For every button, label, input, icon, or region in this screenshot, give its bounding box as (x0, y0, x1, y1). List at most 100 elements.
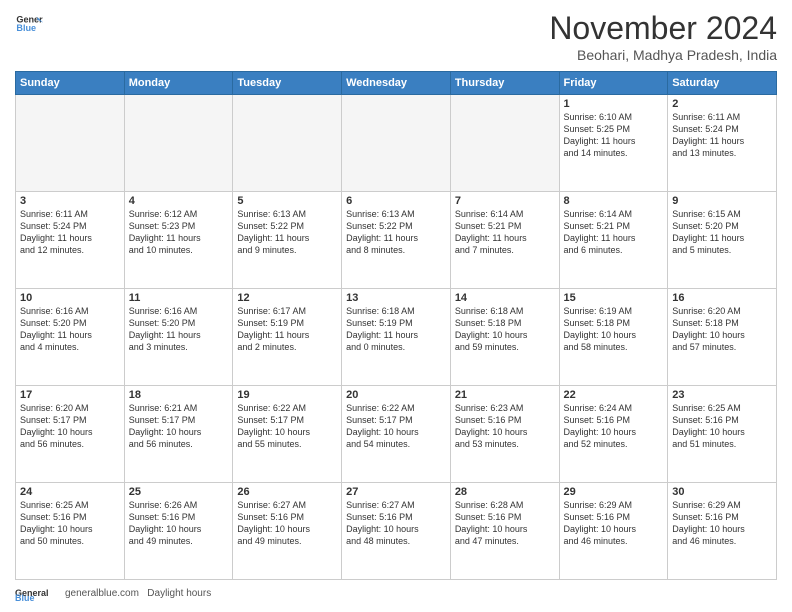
day-number: 29 (564, 486, 664, 498)
day-number: 15 (564, 292, 664, 304)
day-info: Sunrise: 6:14 AM Sunset: 5:21 PM Dayligh… (564, 208, 664, 257)
footer-daylight-label: Daylight hours (147, 588, 211, 599)
day-number: 27 (346, 486, 446, 498)
day-number: 22 (564, 389, 664, 401)
calendar-day: 6Sunrise: 6:13 AM Sunset: 5:22 PM Daylig… (342, 192, 451, 289)
calendar-day: 16Sunrise: 6:20 AM Sunset: 5:18 PM Dayli… (668, 289, 777, 386)
calendar-day: 13Sunrise: 6:18 AM Sunset: 5:19 PM Dayli… (342, 289, 451, 386)
footer-logo-icon: General Blue (15, 584, 65, 602)
calendar-day: 21Sunrise: 6:23 AM Sunset: 5:16 PM Dayli… (450, 386, 559, 483)
col-friday: Friday (559, 72, 668, 95)
calendar-day: 27Sunrise: 6:27 AM Sunset: 5:16 PM Dayli… (342, 483, 451, 580)
day-info: Sunrise: 6:29 AM Sunset: 5:16 PM Dayligh… (564, 499, 664, 548)
day-info: Sunrise: 6:22 AM Sunset: 5:17 PM Dayligh… (237, 402, 337, 451)
day-number: 24 (20, 486, 120, 498)
day-info: Sunrise: 6:15 AM Sunset: 5:20 PM Dayligh… (672, 208, 772, 257)
day-number: 2 (672, 98, 772, 110)
calendar-day (450, 95, 559, 192)
day-info: Sunrise: 6:29 AM Sunset: 5:16 PM Dayligh… (672, 499, 772, 548)
col-monday: Monday (124, 72, 233, 95)
day-info: Sunrise: 6:28 AM Sunset: 5:16 PM Dayligh… (455, 499, 555, 548)
calendar-day: 5Sunrise: 6:13 AM Sunset: 5:22 PM Daylig… (233, 192, 342, 289)
day-number: 13 (346, 292, 446, 304)
footer-url: generalblue.com (65, 588, 147, 599)
day-info: Sunrise: 6:13 AM Sunset: 5:22 PM Dayligh… (346, 208, 446, 257)
svg-text:Blue: Blue (15, 593, 35, 602)
day-number: 20 (346, 389, 446, 401)
calendar-day (124, 95, 233, 192)
day-number: 7 (455, 195, 555, 207)
day-number: 3 (20, 195, 120, 207)
col-sunday: Sunday (16, 72, 125, 95)
day-info: Sunrise: 6:27 AM Sunset: 5:16 PM Dayligh… (237, 499, 337, 548)
title-block: November 2024 Beohari, Madhya Pradesh, I… (549, 10, 777, 63)
calendar-day: 25Sunrise: 6:26 AM Sunset: 5:16 PM Dayli… (124, 483, 233, 580)
day-number: 14 (455, 292, 555, 304)
svg-text:Blue: Blue (16, 23, 36, 33)
day-info: Sunrise: 6:17 AM Sunset: 5:19 PM Dayligh… (237, 305, 337, 354)
location: Beohari, Madhya Pradesh, India (549, 47, 777, 63)
calendar-day: 28Sunrise: 6:28 AM Sunset: 5:16 PM Dayli… (450, 483, 559, 580)
day-info: Sunrise: 6:14 AM Sunset: 5:21 PM Dayligh… (455, 208, 555, 257)
calendar-day: 10Sunrise: 6:16 AM Sunset: 5:20 PM Dayli… (16, 289, 125, 386)
day-number: 12 (237, 292, 337, 304)
col-wednesday: Wednesday (342, 72, 451, 95)
calendar-day: 7Sunrise: 6:14 AM Sunset: 5:21 PM Daylig… (450, 192, 559, 289)
day-number: 5 (237, 195, 337, 207)
calendar-day: 8Sunrise: 6:14 AM Sunset: 5:21 PM Daylig… (559, 192, 668, 289)
day-number: 1 (564, 98, 664, 110)
day-number: 23 (672, 389, 772, 401)
day-info: Sunrise: 6:11 AM Sunset: 5:24 PM Dayligh… (672, 111, 772, 160)
calendar-day: 23Sunrise: 6:25 AM Sunset: 5:16 PM Dayli… (668, 386, 777, 483)
day-info: Sunrise: 6:19 AM Sunset: 5:18 PM Dayligh… (564, 305, 664, 354)
day-number: 17 (20, 389, 120, 401)
day-info: Sunrise: 6:27 AM Sunset: 5:16 PM Dayligh… (346, 499, 446, 548)
day-number: 28 (455, 486, 555, 498)
calendar-day: 11Sunrise: 6:16 AM Sunset: 5:20 PM Dayli… (124, 289, 233, 386)
calendar-day (342, 95, 451, 192)
day-info: Sunrise: 6:18 AM Sunset: 5:19 PM Dayligh… (346, 305, 446, 354)
day-info: Sunrise: 6:21 AM Sunset: 5:17 PM Dayligh… (129, 402, 229, 451)
day-info: Sunrise: 6:23 AM Sunset: 5:16 PM Dayligh… (455, 402, 555, 451)
col-saturday: Saturday (668, 72, 777, 95)
header-row: Sunday Monday Tuesday Wednesday Thursday… (16, 72, 777, 95)
logo: General Blue (15, 10, 43, 38)
calendar-day: 3Sunrise: 6:11 AM Sunset: 5:24 PM Daylig… (16, 192, 125, 289)
calendar-day: 4Sunrise: 6:12 AM Sunset: 5:23 PM Daylig… (124, 192, 233, 289)
calendar-week-2: 3Sunrise: 6:11 AM Sunset: 5:24 PM Daylig… (16, 192, 777, 289)
calendar-table: Sunday Monday Tuesday Wednesday Thursday… (15, 71, 777, 580)
day-number: 16 (672, 292, 772, 304)
calendar-day: 12Sunrise: 6:17 AM Sunset: 5:19 PM Dayli… (233, 289, 342, 386)
day-info: Sunrise: 6:20 AM Sunset: 5:18 PM Dayligh… (672, 305, 772, 354)
calendar-week-4: 17Sunrise: 6:20 AM Sunset: 5:17 PM Dayli… (16, 386, 777, 483)
calendar-day: 17Sunrise: 6:20 AM Sunset: 5:17 PM Dayli… (16, 386, 125, 483)
calendar-day: 2Sunrise: 6:11 AM Sunset: 5:24 PM Daylig… (668, 95, 777, 192)
day-number: 9 (672, 195, 772, 207)
header: General Blue November 2024 Beohari, Madh… (15, 10, 777, 63)
day-number: 26 (237, 486, 337, 498)
day-info: Sunrise: 6:25 AM Sunset: 5:16 PM Dayligh… (20, 499, 120, 548)
day-number: 11 (129, 292, 229, 304)
day-number: 21 (455, 389, 555, 401)
day-info: Sunrise: 6:12 AM Sunset: 5:23 PM Dayligh… (129, 208, 229, 257)
day-number: 4 (129, 195, 229, 207)
month-title: November 2024 (549, 10, 777, 47)
day-info: Sunrise: 6:18 AM Sunset: 5:18 PM Dayligh… (455, 305, 555, 354)
calendar-day: 18Sunrise: 6:21 AM Sunset: 5:17 PM Dayli… (124, 386, 233, 483)
page: General Blue November 2024 Beohari, Madh… (0, 0, 792, 612)
day-number: 18 (129, 389, 229, 401)
day-number: 19 (237, 389, 337, 401)
calendar-day (16, 95, 125, 192)
day-info: Sunrise: 6:24 AM Sunset: 5:16 PM Dayligh… (564, 402, 664, 451)
day-info: Sunrise: 6:10 AM Sunset: 5:25 PM Dayligh… (564, 111, 664, 160)
day-number: 10 (20, 292, 120, 304)
day-info: Sunrise: 6:26 AM Sunset: 5:16 PM Dayligh… (129, 499, 229, 548)
day-info: Sunrise: 6:16 AM Sunset: 5:20 PM Dayligh… (129, 305, 229, 354)
day-number: 25 (129, 486, 229, 498)
logo-icon: General Blue (15, 10, 43, 38)
day-info: Sunrise: 6:16 AM Sunset: 5:20 PM Dayligh… (20, 305, 120, 354)
day-number: 8 (564, 195, 664, 207)
calendar-day: 30Sunrise: 6:29 AM Sunset: 5:16 PM Dayli… (668, 483, 777, 580)
calendar-day: 19Sunrise: 6:22 AM Sunset: 5:17 PM Dayli… (233, 386, 342, 483)
calendar-day: 29Sunrise: 6:29 AM Sunset: 5:16 PM Dayli… (559, 483, 668, 580)
